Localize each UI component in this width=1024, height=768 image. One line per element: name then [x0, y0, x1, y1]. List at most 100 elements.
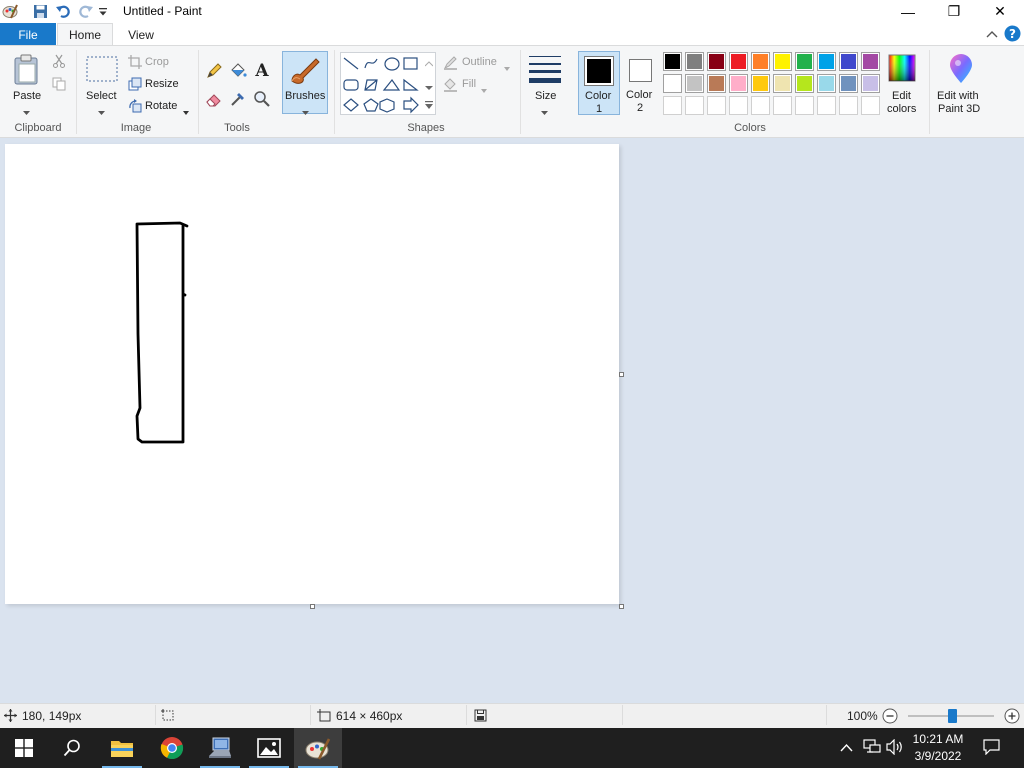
clock-date: 3/9/2022: [914, 749, 962, 763]
eraser-icon[interactable]: [205, 90, 223, 111]
canvas-resize-handle-right[interactable]: [619, 372, 624, 377]
palette-swatch[interactable]: [751, 74, 770, 93]
tab-home[interactable]: Home: [57, 23, 113, 46]
color1-button[interactable]: Color 1: [578, 51, 620, 115]
paint-app-icon[interactable]: [2, 3, 18, 22]
outline-button[interactable]: Outline: [442, 54, 514, 71]
help-icon[interactable]: ?: [1004, 25, 1021, 45]
palette-swatch[interactable]: [839, 96, 858, 115]
shapes-gallery[interactable]: [340, 52, 436, 115]
edit-colors-button[interactable]: Edit colors: [883, 52, 923, 116]
zoom-level-text: 100%: [847, 709, 878, 723]
palette-swatch[interactable]: [773, 74, 792, 93]
size-lines-icon: [528, 54, 562, 87]
text-tool-icon[interactable]: A: [253, 60, 271, 83]
palette-swatch[interactable]: [795, 52, 814, 71]
tab-view[interactable]: View: [118, 23, 164, 46]
palette-swatch-fill: [862, 75, 879, 92]
show-hidden-icons-chevron[interactable]: [840, 741, 853, 755]
taskbar-chrome[interactable]: [148, 728, 196, 768]
fill-button[interactable]: Fill: [442, 76, 494, 93]
taskbar-search-button[interactable]: [48, 728, 96, 768]
palette-swatch[interactable]: [861, 74, 880, 93]
color2-button[interactable]: Color 2: [622, 51, 660, 115]
palette-swatch[interactable]: [663, 74, 682, 93]
customize-quick-access-icon[interactable]: [98, 6, 108, 20]
canvas-resize-handle-corner[interactable]: [619, 604, 624, 609]
zoom-slider[interactable]: [908, 709, 994, 723]
palette-swatch[interactable]: [817, 52, 836, 71]
rotate-label: Rotate: [145, 100, 178, 112]
minimize-button[interactable]: —: [885, 0, 931, 23]
palette-swatch[interactable]: [751, 96, 770, 115]
palette-swatch[interactable]: [707, 74, 726, 93]
magnifier-icon[interactable]: [253, 90, 271, 111]
taskbar-photos[interactable]: [245, 728, 293, 768]
palette-swatch[interactable]: [751, 52, 770, 71]
palette-swatch[interactable]: [817, 74, 836, 93]
palette-swatch[interactable]: [729, 52, 748, 71]
canvas-resize-handle-bottom[interactable]: [310, 604, 315, 609]
palette-swatch[interactable]: [729, 74, 748, 93]
taskbar-paint[interactable]: [294, 728, 342, 768]
crop-button[interactable]: Crop: [127, 54, 187, 71]
palette-swatch[interactable]: [729, 96, 748, 115]
taskbar-clock[interactable]: 10:21 AM 3/9/2022: [906, 731, 970, 765]
select-button[interactable]: Select: [82, 52, 122, 115]
taskbar-file-explorer[interactable]: [98, 728, 146, 768]
palette-swatch[interactable]: [773, 96, 792, 115]
size-button[interactable]: Size: [526, 52, 564, 115]
pencil-icon[interactable]: [205, 62, 223, 83]
palette-swatch[interactable]: [685, 74, 704, 93]
shapes-expand-icon[interactable]: [425, 99, 433, 113]
redo-icon[interactable]: [78, 3, 94, 22]
palette-swatch-fill: [730, 53, 747, 70]
start-button[interactable]: [0, 728, 48, 768]
tab-file[interactable]: File: [0, 23, 56, 46]
undo-icon[interactable]: [55, 3, 71, 22]
palette-swatch[interactable]: [663, 52, 682, 71]
palette-swatch[interactable]: [839, 74, 858, 93]
restore-button[interactable]: ❐: [931, 0, 977, 23]
palette-swatch[interactable]: [817, 96, 836, 115]
collapse-ribbon-icon[interactable]: [986, 29, 998, 43]
zoom-out-button[interactable]: [882, 708, 898, 727]
resize-button[interactable]: Resize: [127, 76, 187, 93]
rotate-button[interactable]: Rotate: [127, 98, 191, 115]
palette-swatch[interactable]: [861, 52, 880, 71]
save-icon[interactable]: [33, 4, 48, 22]
volume-icon[interactable]: [886, 738, 904, 758]
zoom-slider-thumb[interactable]: [948, 709, 957, 723]
fill-bucket-icon[interactable]: [229, 62, 247, 83]
copy-icon[interactable]: [52, 77, 66, 94]
palette-swatch[interactable]: [795, 74, 814, 93]
shapes-scroll-down-icon[interactable]: [425, 80, 433, 94]
shapes-scroll-up-icon[interactable]: [424, 56, 434, 70]
palette-swatch-fill: [774, 53, 791, 70]
palette-swatch[interactable]: [861, 96, 880, 115]
palette-swatch-fill: [862, 53, 879, 70]
close-button[interactable]: ✕: [977, 0, 1023, 23]
palette-swatch[interactable]: [685, 96, 704, 115]
resize-label: Resize: [145, 78, 179, 90]
palette-swatch[interactable]: [707, 52, 726, 71]
paste-button[interactable]: Paste: [6, 52, 48, 115]
edit-with-paint3d-button[interactable]: Edit with Paint 3D: [934, 52, 988, 116]
network-icon[interactable]: [863, 739, 881, 758]
resize-icon: [128, 77, 142, 94]
palette-swatch[interactable]: [663, 96, 682, 115]
palette-swatch[interactable]: [707, 96, 726, 115]
brushes-button[interactable]: Brushes: [282, 51, 328, 115]
palette-swatch[interactable]: [795, 96, 814, 115]
zoom-in-button[interactable]: [1004, 708, 1020, 727]
palette-swatch[interactable]: [685, 52, 704, 71]
palette-swatch[interactable]: [839, 52, 858, 71]
brush-icon: [288, 55, 322, 90]
clock-time: 10:21 AM: [912, 732, 964, 746]
cut-icon[interactable]: [52, 54, 66, 71]
taskbar-network-app[interactable]: [196, 728, 244, 768]
notifications-icon[interactable]: [983, 739, 1000, 758]
color-picker-icon[interactable]: [229, 90, 247, 111]
drawing-canvas[interactable]: [5, 144, 619, 604]
palette-swatch[interactable]: [773, 52, 792, 71]
